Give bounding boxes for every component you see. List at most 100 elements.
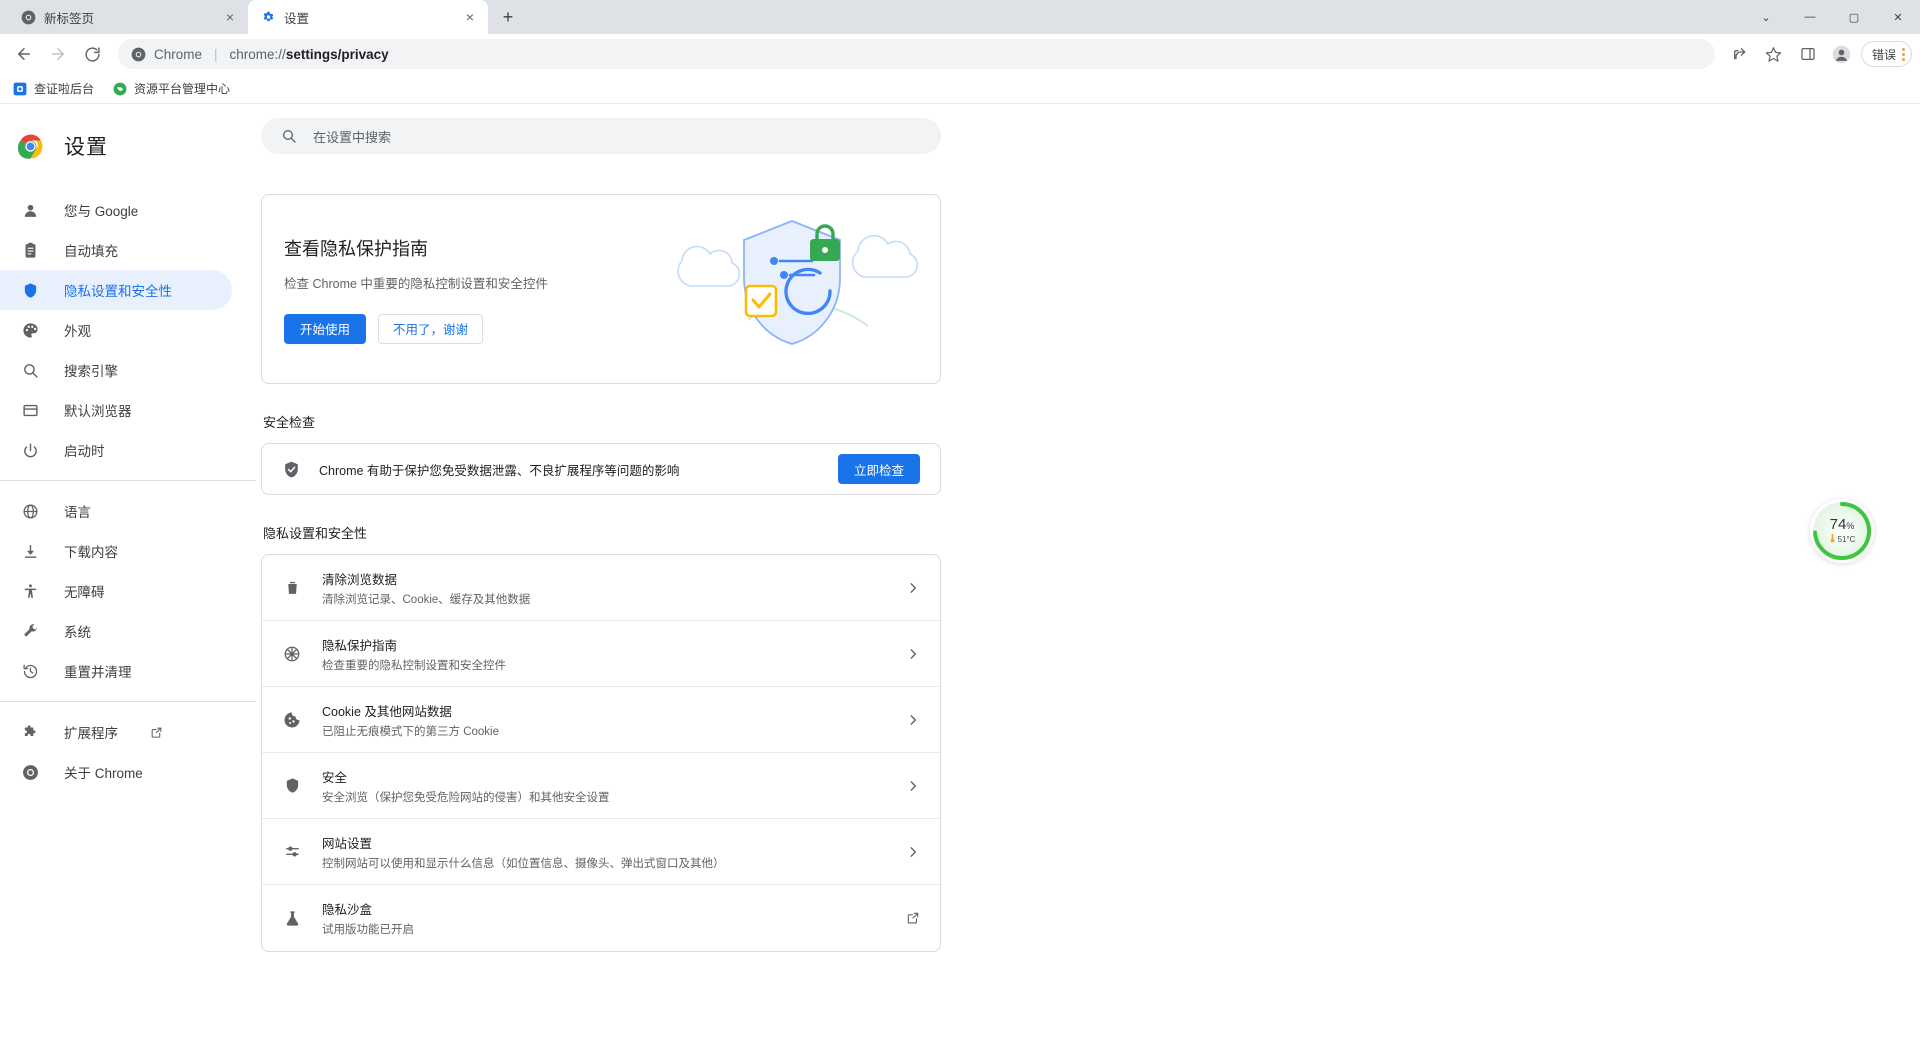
performance-gauge-widget[interactable]: 74% 51°C: [1810, 499, 1874, 563]
privacy-row-privacy-guide[interactable]: 隐私保护指南 检查重要的隐私控制设置和安全控件: [262, 621, 940, 687]
back-arrow-icon[interactable]: [8, 38, 40, 70]
external-link-icon[interactable]: [906, 911, 920, 925]
privacy-row-security[interactable]: 安全 安全浏览（保护您免受危险网站的侵害）和其他安全设置: [262, 753, 940, 819]
omnibox-url: chrome://settings/privacy: [230, 47, 389, 62]
accessibility-icon: [20, 581, 40, 601]
close-icon[interactable]: ×: [222, 9, 238, 25]
profile-status-label: 错误: [1872, 46, 1896, 63]
sidebar-item-languages[interactable]: 语言: [0, 491, 232, 531]
profile-status-pill[interactable]: 错误: [1861, 41, 1912, 67]
chevron-down-icon[interactable]: ⌄: [1744, 0, 1788, 34]
sidebar-nav-group-3: 扩展程序 关于 Chrome: [0, 712, 256, 792]
kebab-menu-icon[interactable]: [1902, 48, 1905, 61]
sidebar-item-autofill[interactable]: 自动填充: [0, 230, 232, 270]
settings-page: 设置 您与 Google 自动填充 隐私设置和安全性 外观: [0, 104, 1920, 1040]
privacy-guide-icon: [282, 645, 302, 663]
address-bar[interactable]: Chrome | chrome://settings/privacy: [118, 39, 1715, 69]
privacy-row-cookies[interactable]: Cookie 及其他网站数据 已阻止无痕模式下的第三方 Cookie: [262, 687, 940, 753]
site-icon-globe: [112, 81, 128, 97]
chevron-right-icon[interactable]: [906, 845, 920, 859]
bookmark-label: 资源平台管理中心: [134, 80, 230, 97]
row-subtitle: 控制网站可以使用和显示什么信息（如位置信息、摄像头、弹出式窗口及其他）: [322, 855, 886, 871]
sidebar-item-about-chrome[interactable]: 关于 Chrome: [0, 752, 232, 792]
search-placeholder: 在设置中搜索: [313, 127, 391, 146]
sidebar-item-search-engine[interactable]: 搜索引擎: [0, 350, 232, 390]
reload-icon[interactable]: [76, 38, 108, 70]
page-title: 设置: [64, 131, 108, 161]
sidebar-item-you-and-google[interactable]: 您与 Google: [0, 190, 232, 230]
side-panel-icon[interactable]: [1793, 39, 1823, 69]
share-icon[interactable]: [1725, 39, 1755, 69]
chevron-right-icon[interactable]: [906, 713, 920, 727]
sidebar-item-downloads[interactable]: 下载内容: [0, 531, 232, 571]
sidebar-item-privacy-and-security[interactable]: 隐私设置和安全性: [0, 270, 232, 310]
person-icon: [20, 200, 40, 220]
privacy-row-site-settings[interactable]: 网站设置 控制网站可以使用和显示什么信息（如位置信息、摄像头、弹出式窗口及其他）: [262, 819, 940, 885]
sidebar-item-label: 无障碍: [64, 581, 105, 601]
sidebar-item-on-startup[interactable]: 启动时: [0, 430, 232, 470]
palette-icon: [20, 320, 40, 340]
profile-avatar-icon[interactable]: [1827, 39, 1857, 69]
maximize-button[interactable]: ▢: [1832, 0, 1876, 34]
privacy-row-clear-browsing-data[interactable]: 清除浏览数据 清除浏览记录、Cookie、缓存及其他数据: [262, 555, 940, 621]
sidebar-item-label: 重置并清理: [64, 661, 132, 681]
shield-icon: [282, 777, 302, 794]
sidebar-item-default-browser[interactable]: 默认浏览器: [0, 390, 232, 430]
minimize-button[interactable]: —: [1788, 0, 1832, 34]
promo-title: 查看隐私保护指南: [284, 235, 548, 261]
chevron-right-icon[interactable]: [906, 581, 920, 595]
tab-strip: 新标签页 × 设置 × + ⌄ — ▢ ✕: [0, 0, 1920, 34]
tab-settings[interactable]: 设置 ×: [248, 0, 488, 34]
sidebar-item-label: 关于 Chrome: [64, 762, 143, 782]
safety-check-card: Chrome 有助于保护您免受数据泄露、不良扩展程序等问题的影响 立即检查: [261, 443, 941, 495]
safety-check-description: Chrome 有助于保护您免受数据泄露、不良扩展程序等问题的影响: [319, 460, 820, 479]
run-safety-check-button[interactable]: 立即检查: [838, 454, 920, 484]
sidebar-item-label: 下载内容: [64, 541, 118, 561]
promo-actions: 开始使用 不用了，谢谢: [284, 314, 548, 344]
sidebar-item-accessibility[interactable]: 无障碍: [0, 571, 232, 611]
wrench-icon: [20, 621, 40, 641]
sidebar-item-extensions[interactable]: 扩展程序: [0, 712, 232, 752]
performance-gauge: 74% 51°C: [1810, 499, 1874, 563]
power-icon: [20, 440, 40, 460]
chevron-right-icon[interactable]: [906, 779, 920, 793]
sidebar-item-label: 启动时: [64, 440, 105, 460]
row-body: 清除浏览数据 清除浏览记录、Cookie、缓存及其他数据: [322, 569, 886, 607]
privacy-row-privacy-sandbox[interactable]: 隐私沙盒 试用版功能已开启: [262, 885, 940, 951]
sidebar-divider: [0, 480, 256, 481]
sidebar-item-appearance[interactable]: 外观: [0, 310, 232, 350]
chrome-icon: [20, 762, 40, 782]
new-tab-button[interactable]: +: [494, 3, 522, 31]
browser-window-icon: [20, 400, 40, 420]
globe-icon: [20, 501, 40, 521]
privacy-guide-promo-card: 查看隐私保护指南 检查 Chrome 中重要的隐私控制设置和安全控件 开始使用 …: [261, 194, 941, 384]
row-title: 清除浏览数据: [322, 569, 886, 588]
sidebar-item-label: 隐私设置和安全性: [64, 280, 172, 300]
cookie-icon: [282, 711, 302, 729]
close-icon[interactable]: ×: [462, 9, 478, 25]
settings-sidebar: 设置 您与 Google 自动填充 隐私设置和安全性 外观: [0, 104, 256, 1040]
safety-check-section-title: 安全检查: [263, 412, 941, 431]
bookmark-item[interactable]: 资源平台管理中心: [112, 80, 230, 97]
dismiss-privacy-guide-button[interactable]: 不用了，谢谢: [378, 314, 483, 344]
external-link-icon[interactable]: [150, 726, 163, 739]
sidebar-item-reset-and-cleanup[interactable]: 重置并清理: [0, 651, 232, 691]
sidebar-item-system[interactable]: 系统: [0, 611, 232, 651]
bookmark-star-icon[interactable]: [1759, 39, 1789, 69]
tab-new-tab-page[interactable]: 新标签页 ×: [8, 0, 248, 34]
safety-check-row: Chrome 有助于保护您免受数据泄露、不良扩展程序等问题的影响 立即检查: [262, 444, 940, 494]
search-settings-bar[interactable]: 在设置中搜索: [261, 118, 941, 154]
sidebar-item-label: 您与 Google: [64, 200, 138, 220]
flask-icon: [282, 910, 302, 927]
performance-percent-value: 74: [1830, 516, 1847, 533]
chevron-right-icon[interactable]: [906, 647, 920, 661]
omnibox-scheme-label: Chrome: [154, 47, 202, 62]
close-window-button[interactable]: ✕: [1876, 0, 1920, 34]
bookmark-item[interactable]: 查证啦后台: [12, 80, 94, 97]
sidebar-item-label: 外观: [64, 320, 91, 340]
start-privacy-guide-button[interactable]: 开始使用: [284, 314, 366, 344]
settings-brand: 设置: [0, 118, 256, 174]
forward-arrow-icon[interactable]: [42, 38, 74, 70]
performance-temperature-value: 51°C: [1838, 535, 1856, 544]
shield-filled-icon: [282, 460, 301, 479]
